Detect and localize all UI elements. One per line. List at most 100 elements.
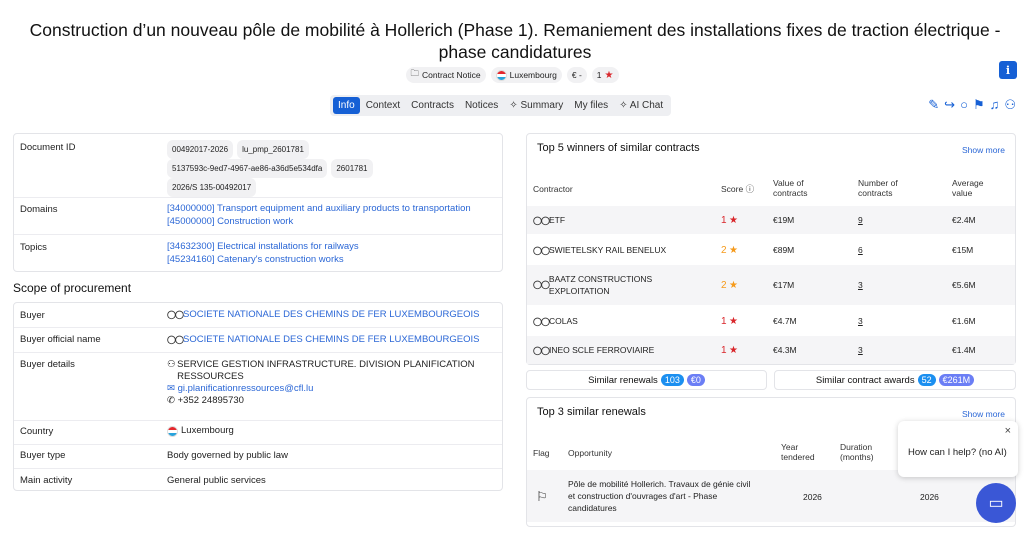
tab-bar: Info Context Contracts Notices ✧ Summary… bbox=[330, 95, 672, 116]
table-row: ◯◯ETF 1 ★ €19M 9 €2.4M bbox=[527, 206, 1015, 234]
value-badge: € - bbox=[566, 67, 587, 83]
star-icon: ★ bbox=[728, 345, 738, 356]
document-id-label: Document ID bbox=[20, 142, 76, 153]
comment-icon[interactable]: ○ bbox=[960, 97, 968, 113]
add-user-icon[interactable]: ⚇ bbox=[1004, 97, 1016, 113]
winners-show-more-link[interactable]: Show more bbox=[962, 145, 1005, 155]
organization-icon: ◯◯ bbox=[533, 280, 550, 289]
tab-info[interactable]: Info bbox=[333, 97, 360, 114]
buyer-type-label: Buyer type bbox=[20, 450, 66, 461]
luxembourg-flag-icon bbox=[167, 425, 178, 437]
value-badge: €0 bbox=[686, 374, 705, 386]
scope-card: Buyer ◯◯SOCIETE NATIONALE DES CHEMINS DE… bbox=[13, 302, 503, 491]
main-activity-label: Main activity bbox=[20, 475, 73, 486]
winners-card: Top 5 winners of similar contracts Show … bbox=[526, 133, 1016, 365]
similar-renewals-button[interactable]: Similar renewals 103 €0 bbox=[526, 370, 767, 390]
notice-type-badge[interactable]: 🗀 Contract Notice bbox=[405, 67, 486, 83]
email-icon: ✉ bbox=[167, 383, 178, 394]
sparkle-icon: ✧ bbox=[619, 100, 630, 111]
table-row: ⚐ Pôle de mobilité Hollerich. Travaux de… bbox=[527, 470, 1015, 522]
tab-summary[interactable]: ✧ Summary bbox=[504, 97, 568, 114]
buyer-label: Buyer bbox=[20, 310, 45, 321]
info-circle-icon: ⓘ bbox=[745, 184, 755, 194]
tab-ai-chat[interactable]: ✧ AI Chat bbox=[614, 97, 668, 114]
flag-header: Flag bbox=[533, 448, 550, 458]
chat-popup: × How can I help? (no AI) bbox=[898, 421, 1018, 477]
contractor-link[interactable]: ◯◯COLAS bbox=[533, 316, 578, 326]
contracts-count-link[interactable]: 3 bbox=[858, 316, 863, 326]
renewals-title: Top 3 similar renewals bbox=[537, 406, 646, 418]
buyer-type-value: Body governed by public law bbox=[167, 450, 288, 461]
buyer-details: ⚇ SERVICE GESTION INFRASTRUCTURE. DIVISIO… bbox=[167, 359, 475, 406]
contractor-link[interactable]: ◯◯SWIETELSKY RAIL BENELUX bbox=[533, 245, 666, 255]
tab-context[interactable]: Context bbox=[361, 97, 405, 114]
table-row: ◯◯COLAS 1 ★ €4.7M 3 €1.6M bbox=[533, 316, 976, 327]
count-badge: 103 bbox=[660, 374, 684, 386]
country-value: Luxembourg bbox=[167, 425, 234, 437]
contractor-link[interactable]: ◯◯ETF bbox=[533, 215, 565, 225]
tab-contracts[interactable]: Contracts bbox=[406, 97, 459, 114]
toolbar-icons: ✎ ↪ ○ ⚑ ♫ ⚇ bbox=[928, 97, 1016, 113]
value-badge: €261M bbox=[938, 374, 975, 386]
star-icon: ★ bbox=[728, 280, 738, 291]
main-activity-value: General public services bbox=[167, 475, 266, 486]
contracts-count-link[interactable]: 6 bbox=[858, 245, 863, 255]
domain-link[interactable]: [45000000] Construction work bbox=[167, 216, 293, 228]
topic-link[interactable]: [34632300] Electrical installations for … bbox=[167, 241, 359, 253]
star-icon: ★ bbox=[728, 245, 738, 256]
buyer-details-label: Buyer details bbox=[20, 359, 75, 370]
topic-link[interactable]: [45234160] Catenary's construction works bbox=[167, 254, 344, 266]
year-header: Year tendered bbox=[781, 442, 815, 462]
person-icon: ⚇ bbox=[167, 359, 176, 370]
tab-my-files[interactable]: My files bbox=[569, 97, 613, 114]
edit-icon[interactable]: ✎ bbox=[928, 97, 939, 113]
similar-awards-button[interactable]: Similar contract awards 52 €261M bbox=[774, 370, 1016, 390]
count-badge: 52 bbox=[917, 374, 936, 386]
contractor-link[interactable]: ◯◯INEO SCLE FERROVIAIRE bbox=[533, 345, 654, 355]
close-icon[interactable]: × bbox=[1005, 425, 1011, 437]
contractor-link[interactable]: ◯◯ BAATZ CONSTRUCTIONS EXPLOITATION bbox=[533, 273, 663, 297]
country-badge[interactable]: Luxembourg bbox=[490, 67, 562, 83]
organization-icon: ◯◯ bbox=[533, 216, 550, 225]
average-header: Average value bbox=[952, 178, 984, 198]
buyer-link[interactable]: ◯◯SOCIETE NATIONALE DES CHEMINS DE FER L… bbox=[167, 309, 480, 321]
opportunity-header: Opportunity bbox=[568, 448, 612, 458]
share-icon[interactable]: ↪ bbox=[944, 97, 955, 113]
contracts-count-link[interactable]: 3 bbox=[858, 345, 863, 355]
chat-button[interactable]: ▭ bbox=[976, 483, 1016, 523]
contractor-header: Contractor bbox=[533, 184, 573, 194]
flag-icon[interactable]: ⚑ bbox=[973, 97, 985, 113]
chat-bubble-icon: ▭ bbox=[988, 495, 1004, 512]
renewals-show-more-link[interactable]: Show more bbox=[962, 409, 1005, 419]
phone-icon: ✆ bbox=[167, 395, 178, 406]
contracts-count-link[interactable]: 9 bbox=[858, 215, 863, 225]
opportunity-link[interactable]: Pôle de mobilité Hollerich. Travaux de g… bbox=[568, 478, 758, 514]
table-row: ◯◯SWIETELSKY RAIL BENELUX 2 ★ €89M 6 €15… bbox=[533, 245, 974, 256]
tab-notices[interactable]: Notices bbox=[460, 97, 503, 114]
sparkle-icon: ✧ bbox=[509, 100, 521, 111]
star-icon: ★ bbox=[604, 69, 614, 81]
scope-heading: Scope of procurement bbox=[13, 281, 132, 295]
contracts-count-link[interactable]: 3 bbox=[858, 280, 863, 290]
chat-prompt[interactable]: How can I help? (no AI) bbox=[908, 447, 1007, 458]
value-header: Value of contracts bbox=[773, 178, 808, 198]
organization-icon: ◯◯ bbox=[167, 310, 184, 319]
topics-label: Topics bbox=[20, 242, 47, 253]
organization-icon: ◯◯ bbox=[533, 346, 550, 355]
number-header: Number of contracts bbox=[858, 178, 898, 198]
domains-label: Domains bbox=[20, 204, 58, 215]
organization-icon: ◯◯ bbox=[167, 335, 184, 344]
duration-header: Duration (months) bbox=[840, 442, 874, 462]
buyer-official-link[interactable]: ◯◯SOCIETE NATIONALE DES CHEMINS DE FER L… bbox=[167, 334, 480, 346]
organization-icon: ◯◯ bbox=[533, 246, 550, 255]
buyer-official-label: Buyer official name bbox=[20, 334, 101, 345]
table-row: ◯◯INEO SCLE FERROVIAIRE 1 ★ €4.3M 3 €1.4… bbox=[527, 336, 1015, 364]
buyer-email-link[interactable]: gi.planificationressources@cfl.lu bbox=[178, 383, 314, 394]
score-badge: 1 ★ bbox=[591, 67, 619, 83]
bell-icon[interactable]: ♫ bbox=[990, 97, 1000, 113]
score-header: Score ⓘ bbox=[721, 184, 755, 194]
flag-icon[interactable]: ⚐ bbox=[536, 489, 548, 505]
info-button[interactable]: i bbox=[999, 61, 1017, 79]
domain-link[interactable]: [34000000] Transport equipment and auxil… bbox=[167, 203, 471, 215]
organization-icon: ◯◯ bbox=[533, 317, 550, 326]
